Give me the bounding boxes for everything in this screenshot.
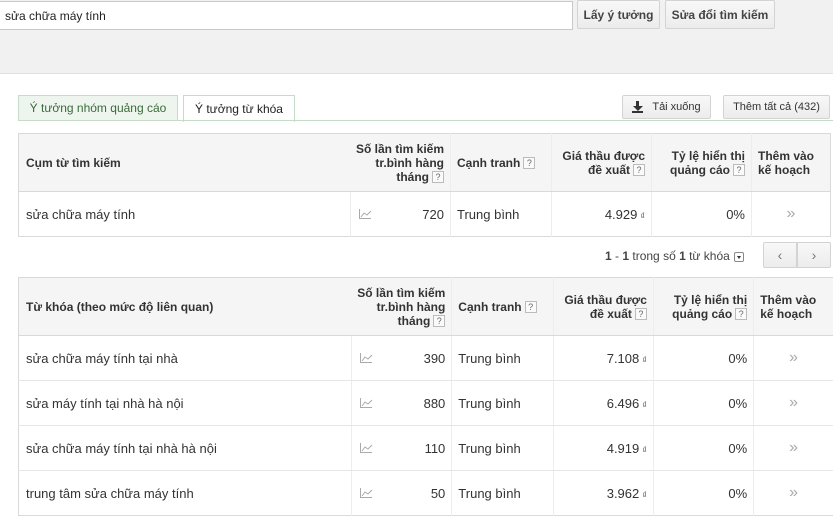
add-all-button[interactable]: Thêm tất cả (432) (723, 95, 830, 119)
add-arrow-icon[interactable]: » (789, 439, 798, 456)
search-input[interactable] (0, 1, 573, 30)
currency-symbol: ₫ (642, 354, 647, 365)
competition-value: Trung bình (451, 425, 554, 471)
add-to-plan-button[interactable]: » (753, 335, 833, 381)
search-terms-table: Cụm từ tìm kiếm Số lần tìm kiếm tr.bình … (18, 133, 831, 237)
ad-impression-share: 0% (652, 335, 754, 381)
trend-chart-cell[interactable] (350, 191, 401, 237)
monthly-searches: 110 (401, 425, 452, 471)
help-icon[interactable]: ? (524, 301, 537, 314)
trend-chart-cell[interactable] (351, 380, 402, 426)
edit-search-button[interactable]: Sửa đổi tìm kiếm (665, 0, 775, 29)
keyword-text: sửa chữa máy tính tại nhà (18, 335, 352, 381)
ad-impression-share: 0% (652, 470, 754, 516)
help-icon[interactable]: ? (523, 157, 536, 170)
add-to-plan-button[interactable]: » (753, 470, 833, 516)
tabs-divider (18, 120, 833, 121)
col-header-volume: Số lần tìm kiếm tr.bình hàng tháng? (351, 277, 452, 336)
help-icon[interactable]: ? (433, 315, 446, 328)
monthly-searches: 880 (401, 380, 452, 426)
trend-chart-cell[interactable] (351, 425, 402, 471)
trend-chart-cell[interactable] (351, 335, 402, 381)
tab-ad-group-ideas[interactable]: Ý tưởng nhóm quảng cáo (18, 95, 178, 121)
table-header-row: Cụm từ tìm kiếm Số lần tìm kiếm tr.bình … (18, 133, 831, 192)
table-row: sửa chữa máy tính 720 Trung bình 4.929 ₫ … (19, 191, 831, 237)
currency-symbol: ₫ (640, 210, 645, 221)
suggested-bid: 7.108 ₫ (552, 335, 654, 381)
keyword-text: trung tâm sửa chữa máy tính (26, 485, 194, 501)
col-header-competition: Cạnh tranh? (450, 133, 552, 192)
add-to-plan-button[interactable]: » (753, 380, 833, 426)
download-button[interactable]: Tải xuống (622, 95, 711, 119)
add-arrow-icon[interactable]: » (787, 205, 796, 222)
keyword-ideas-table: Từ khóa (theo mức độ liên quan) Số lần t… (18, 277, 833, 516)
col-header-bid: Giá thầu được đề xuất? (551, 133, 652, 192)
trend-chart-icon[interactable] (360, 397, 373, 408)
table-row: sửa chữa máy tính tại nhà 390 Trung bình… (18, 335, 833, 381)
search-toolbar: Lấy ý tưởng Sửa đổi tìm kiếm (0, 0, 833, 74)
add-arrow-icon[interactable]: » (789, 349, 798, 366)
help-icon[interactable]: ? (634, 308, 647, 321)
table-row: sửa chữa máy tính tại nhà hà nội 110 Tru… (18, 425, 833, 471)
add-arrow-icon[interactable]: » (789, 484, 798, 501)
suggested-bid: 4.929 ₫ (551, 191, 652, 237)
get-ideas-button[interactable]: Lấy ý tưởng (577, 0, 660, 29)
trend-chart-icon[interactable] (360, 352, 373, 363)
rows-per-page-dropdown-icon[interactable] (733, 251, 744, 262)
download-icon (632, 101, 644, 113)
suggested-bid: 4.919 ₫ (552, 425, 654, 471)
monthly-searches: 720 (422, 206, 444, 222)
trend-chart-cell[interactable] (351, 470, 402, 516)
table-row: trung tâm sửa chữa máy tính 50 Trung bìn… (19, 470, 833, 516)
download-label: Tải xuống (652, 101, 701, 113)
suggested-bid: 3.962 ₫ (552, 470, 654, 516)
monthly-searches: 50 (430, 485, 446, 501)
col-header-volume: Số lần tìm kiếm tr.bình hàng tháng? (350, 133, 451, 192)
currency-symbol: ₫ (642, 444, 647, 455)
trend-chart-icon[interactable] (360, 487, 373, 498)
suggested-bid: 6.496 ₫ (552, 380, 654, 426)
col-header-add-to-plan: Thêm vào kế hoạch (753, 277, 833, 336)
col-header-add-to-plan: Thêm vào kế hoạch (751, 133, 831, 192)
add-to-plan-button[interactable]: » (751, 191, 831, 237)
col-header-bid: Giá thầu được đề xuất? (552, 277, 654, 336)
competition-value: Trung bình (451, 335, 554, 381)
col-header-keyword: Từ khóa (theo mức độ liên quan) (18, 277, 352, 336)
trend-chart-icon[interactable] (359, 208, 372, 219)
competition-value: Trung bình (451, 470, 554, 516)
tab-keyword-ideas[interactable]: Ý tưởng từ khóa (183, 95, 295, 122)
ad-impression-share: 0% (652, 425, 754, 471)
pagination-info: 1 - 1 trong số 1 từ khóa (605, 249, 744, 263)
add-arrow-icon[interactable]: » (789, 394, 798, 411)
ad-impression-share: 0% (651, 191, 752, 237)
competition-value: Trung bình (450, 191, 552, 237)
trend-chart-icon[interactable] (360, 442, 373, 453)
col-header-ad-share: Tỷ lệ hiển thị quảng cáo? (651, 133, 752, 192)
keyword-text: sửa chữa máy tính tại nhà hà nội (18, 425, 352, 471)
keyword-text: sửa chữa máy tính (26, 206, 136, 222)
currency-symbol: ₫ (642, 399, 647, 410)
prev-page-button[interactable]: ‹ (763, 242, 797, 268)
col-header-ad-share: Tỷ lệ hiển thị quảng cáo? (652, 277, 754, 336)
add-to-plan-button[interactable]: » (753, 425, 833, 471)
col-header-competition: Cạnh tranh? (451, 277, 554, 336)
help-icon[interactable]: ? (432, 171, 444, 184)
table-header-row: Từ khóa (theo mức độ liên quan) Số lần t… (18, 277, 833, 336)
help-icon[interactable]: ? (733, 164, 745, 177)
help-icon[interactable]: ? (735, 308, 748, 321)
keyword-text: sửa máy tính tại nhà hà nội (18, 380, 352, 426)
currency-symbol: ₫ (642, 489, 647, 500)
table-row: sửa máy tính tại nhà hà nội 880 Trung bì… (18, 380, 833, 426)
competition-value: Trung bình (451, 380, 554, 426)
monthly-searches: 390 (401, 335, 452, 381)
ad-impression-share: 0% (652, 380, 754, 426)
help-icon[interactable]: ? (633, 164, 645, 177)
next-page-button[interactable]: › (797, 242, 831, 268)
col-header-term: Cụm từ tìm kiếm (18, 133, 351, 192)
